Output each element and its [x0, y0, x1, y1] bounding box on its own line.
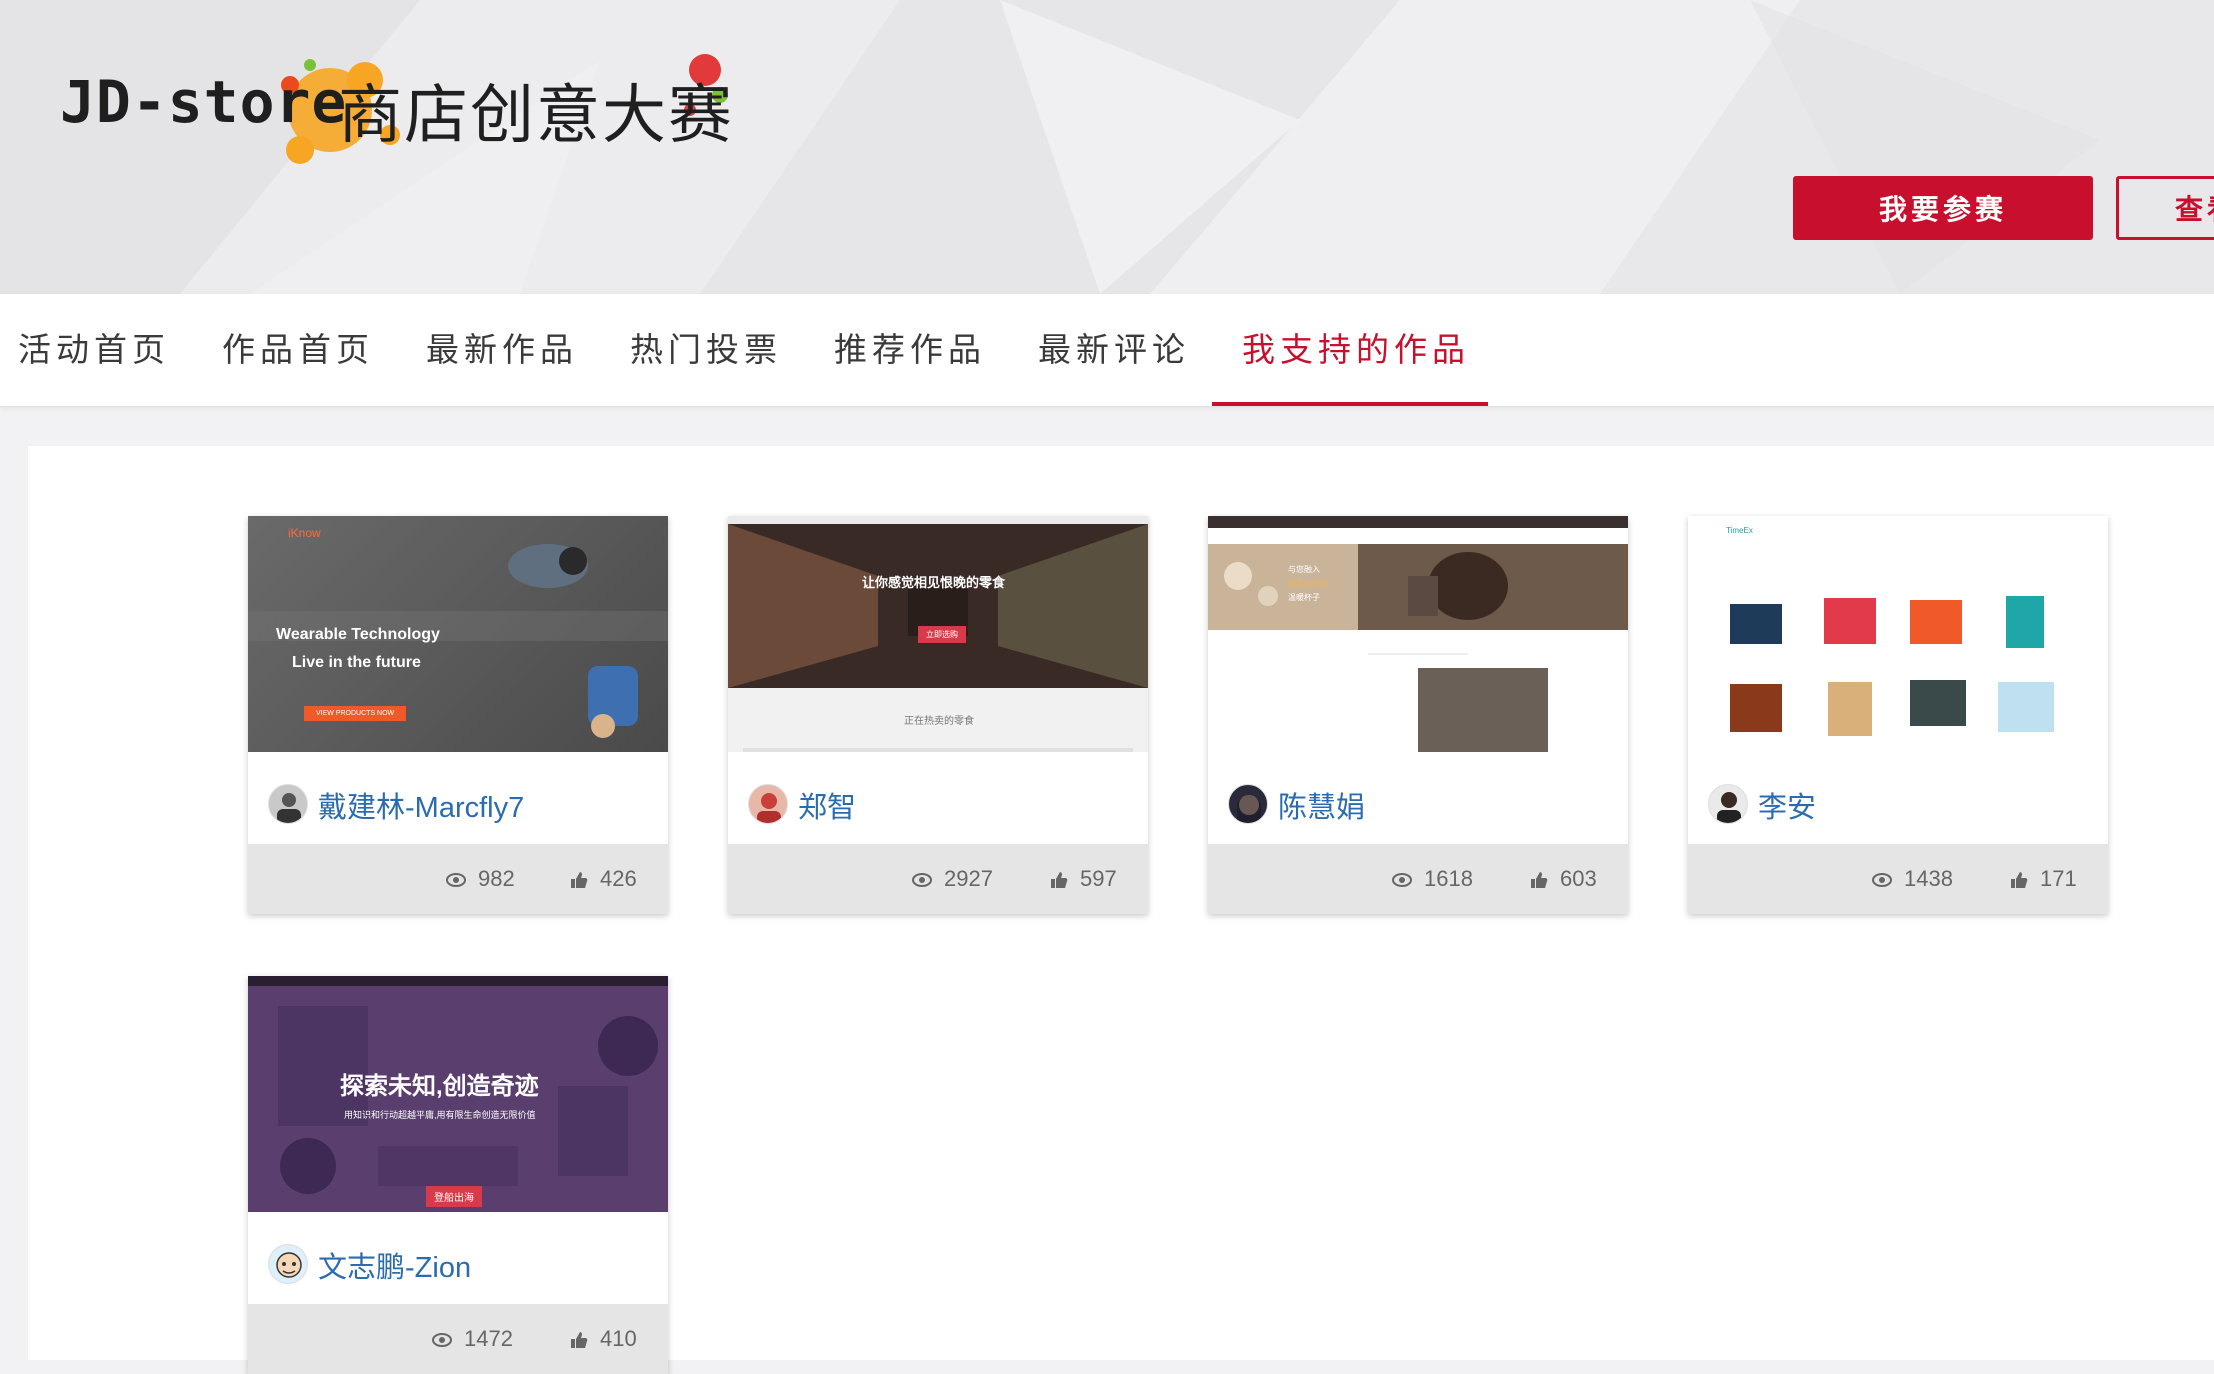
thumb-cta: 立即选购	[918, 626, 966, 643]
main-nav: 活动首页 作品首页 最新作品 热门投票 推荐作品 最新评论 我支持的作品	[0, 294, 2214, 407]
thumb-footer: 正在热卖的零食	[904, 716, 974, 727]
eye-icon	[446, 873, 466, 888]
work-stats: 1438 171	[1688, 844, 2108, 914]
logo-text-en: JD-store	[60, 68, 348, 136]
thumb-line: 创意设计的	[1288, 579, 1328, 588]
work-author: 戴建林-Marcfly7	[248, 752, 668, 844]
eye-icon	[912, 873, 932, 888]
work-card[interactable]: iKnow Wearable Technology Live in the fu…	[248, 516, 668, 914]
nav-item-supported[interactable]: 我支持的作品	[1242, 294, 1470, 406]
work-card[interactable]: TimeEx 李安 1438 171	[1688, 516, 2108, 914]
author-name[interactable]: 李安	[1758, 784, 1816, 826]
thumb-brand: iKnow	[288, 526, 321, 540]
avatar[interactable]	[1708, 784, 1748, 824]
nav-item-recommended[interactable]: 推荐作品	[834, 294, 986, 406]
nav-item-works-home[interactable]: 作品首页	[222, 294, 374, 406]
work-thumbnail[interactable]: 让你感觉相见恨晚的零食 立即选购 正在热卖的零食	[728, 516, 1148, 752]
thumb-subtitle: Live in the future	[292, 654, 421, 671]
nav-item-home[interactable]: 活动首页	[18, 294, 170, 406]
coffee-cup-image	[1208, 516, 1628, 752]
views-count: 1472	[432, 1326, 513, 1352]
thumb-subtitle: 用知识和行动超越平庸,用有限生命创造无限价值	[344, 1110, 536, 1120]
views-count: 1618	[1392, 866, 1473, 892]
views-count: 982	[446, 866, 515, 892]
header-banner: JD-store 商店创意大赛 我要参赛 查看	[0, 0, 2214, 294]
join-contest-button[interactable]: 我要参赛	[1793, 176, 2093, 240]
avatar[interactable]	[1228, 784, 1268, 824]
work-thumbnail[interactable]: iKnow Wearable Technology Live in the fu…	[248, 516, 668, 752]
likes-count[interactable]: 426	[570, 866, 637, 892]
work-thumbnail[interactable]: 与您融入 创意设计的 温暖杯子	[1208, 516, 1628, 752]
likes-count[interactable]: 410	[570, 1326, 637, 1352]
work-author: 陈慧娟	[1208, 752, 1628, 844]
work-thumbnail[interactable]: 探索未知,创造奇迹 用知识和行动超越平庸,用有限生命创造无限价值 登船出海	[248, 976, 668, 1212]
author-name[interactable]: 戴建林-Marcfly7	[318, 784, 524, 826]
eye-icon	[1392, 873, 1412, 888]
works-grid: iKnow Wearable Technology Live in the fu…	[28, 446, 2214, 1374]
book-grid-image	[1730, 596, 2054, 736]
author-name[interactable]: 陈慧娟	[1278, 784, 1365, 826]
thumb-line: 温暖杯子	[1288, 593, 1320, 602]
thumb-title: Wearable Technology	[276, 626, 440, 643]
avatar[interactable]	[748, 784, 788, 824]
thumbs-up-icon	[571, 1332, 588, 1349]
view-button[interactable]: 查看	[2116, 176, 2214, 240]
logo-text-cn: 商店创意大赛	[338, 79, 734, 153]
work-stats: 1618 603	[1208, 844, 1628, 914]
likes-count[interactable]: 603	[1530, 866, 1597, 892]
views-count: 1438	[1872, 866, 1953, 892]
logo[interactable]: JD-store 商店创意大赛	[60, 50, 740, 164]
work-stats: 1472 410	[248, 1304, 668, 1374]
views-count: 2927	[912, 866, 993, 892]
nav-item-popular[interactable]: 热门投票	[630, 294, 782, 406]
work-author: 郑智	[728, 752, 1148, 844]
thumb-brand: TimeEx	[1726, 526, 1753, 535]
thumbs-up-icon	[1531, 872, 1548, 889]
thumb-line: 与您融入	[1288, 565, 1320, 574]
nav-item-comments[interactable]: 最新评论	[1038, 294, 1190, 406]
thumb-cta: VIEW PRODUCTS NOW	[304, 706, 407, 721]
work-author: 李安	[1688, 752, 2108, 844]
author-name[interactable]: 郑智	[798, 784, 856, 826]
thumb-title: 探索未知,创造奇迹	[340, 1073, 539, 1100]
active-tab-indicator	[1212, 402, 1488, 406]
thumb-cta: 登船出海	[426, 1186, 482, 1207]
work-card[interactable]: 探索未知,创造奇迹 用知识和行动超越平庸,用有限生命创造无限价值 登船出海 文志…	[248, 976, 668, 1374]
likes-count[interactable]: 597	[1050, 866, 1117, 892]
eye-icon	[432, 1333, 452, 1348]
nav-item-latest[interactable]: 最新作品	[426, 294, 578, 406]
work-card[interactable]: 让你感觉相见恨晚的零食 立即选购 正在热卖的零食 郑智 2927 597	[728, 516, 1148, 914]
thumbs-up-icon	[2011, 872, 2028, 889]
work-thumbnail[interactable]: TimeEx	[1688, 516, 2108, 752]
avatar[interactable]	[268, 784, 308, 824]
thumbs-up-icon	[571, 872, 588, 889]
likes-count[interactable]: 171	[2010, 866, 2077, 892]
thumbs-up-icon	[1051, 872, 1068, 889]
work-card[interactable]: 与您融入 创意设计的 温暖杯子 陈慧娟 1618 603	[1208, 516, 1628, 914]
avatar[interactable]	[268, 1244, 308, 1284]
work-author: 文志鹏-Zion	[248, 1212, 668, 1304]
work-stats: 2927 597	[728, 844, 1148, 914]
work-stats: 982 426	[248, 844, 668, 914]
author-name[interactable]: 文志鹏-Zion	[318, 1244, 471, 1286]
eye-icon	[1872, 873, 1892, 888]
thumb-title: 让你感觉相见恨晚的零食	[862, 575, 1006, 590]
